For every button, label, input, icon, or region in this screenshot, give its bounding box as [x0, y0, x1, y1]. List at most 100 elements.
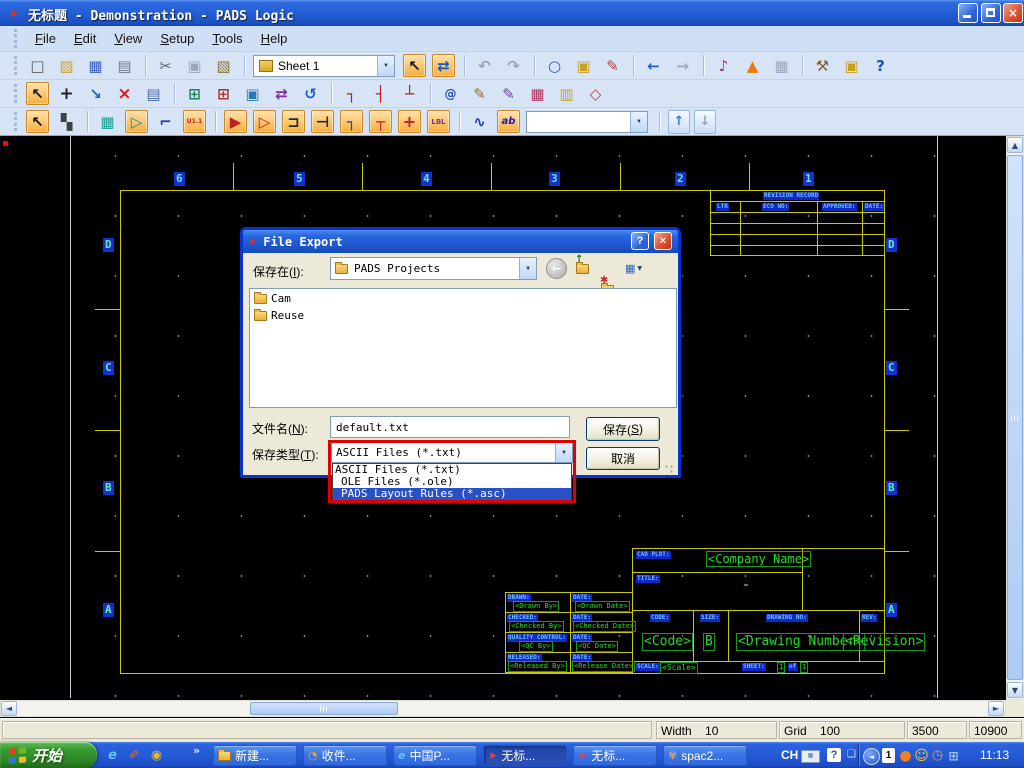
select-gates-button[interactable]: ↖	[26, 110, 49, 133]
tray-smiley-icon[interactable]: ☺	[914, 748, 929, 763]
keyboard-icon[interactable]: ▦	[801, 750, 820, 763]
tray-clock-icon[interactable]: ◷	[930, 748, 945, 763]
help-button[interactable]: ?	[869, 54, 892, 77]
add-text-button[interactable]: ab	[497, 110, 520, 133]
board-view-button[interactable]: ▣	[572, 54, 595, 77]
taskbar-item-new-folder[interactable]: 新建...	[213, 745, 297, 766]
save-file-button[interactable]: ▦	[84, 54, 107, 77]
sheet-selector[interactable]: Sheet 1 ▼	[253, 55, 395, 77]
dialog-close-button[interactable]: ×	[654, 232, 672, 250]
cross-junction-button[interactable]: +	[398, 110, 421, 133]
taskbar-item-pads[interactable]: ➤无标...	[573, 745, 657, 766]
paste-button[interactable]: ▧	[212, 54, 235, 77]
qc-date-field[interactable]: <QC Date>	[576, 641, 618, 652]
qc-by-field[interactable]: <QC By>	[519, 641, 553, 652]
menu-file[interactable]: File	[26, 28, 65, 49]
pin-left-button[interactable]: ⊐	[282, 110, 305, 133]
quick-launch-more-icon[interactable]: »	[193, 744, 200, 757]
delete-button[interactable]: ×	[113, 82, 136, 105]
add-part-button[interactable]: ⊞	[212, 82, 235, 105]
filename-input[interactable]: default.txt	[330, 416, 570, 438]
chevron-down-icon[interactable]: ▼	[519, 258, 536, 279]
swap-pins-button[interactable]: ↺	[299, 82, 322, 105]
scroll-down-button[interactable]: ▼	[1007, 682, 1023, 698]
cut-button[interactable]: ✂	[154, 54, 177, 77]
pin-number-button[interactable]: U1.1	[183, 110, 206, 133]
scroll-left-button[interactable]: ◄	[1, 701, 17, 716]
menu-edit[interactable]: Edit	[65, 28, 105, 49]
released-by-field[interactable]: <Released By>	[508, 661, 567, 672]
hide-icons-button[interactable]: ◄	[863, 748, 880, 765]
save-in-combo[interactable]: PADS Projects ▼	[330, 257, 537, 280]
chevron-down-icon[interactable]: ▼	[377, 56, 394, 76]
quick-launch-icon[interactable]: ◉	[148, 747, 165, 764]
network-icon[interactable]: ⊞	[946, 748, 961, 763]
menu-tools[interactable]: Tools	[203, 28, 251, 49]
off-page-symbol-button[interactable]: ▶	[224, 110, 247, 133]
chevron-down-icon[interactable]: ▼	[630, 112, 647, 132]
tee-junction-button[interactable]: ┬	[369, 110, 392, 133]
start-button[interactable]: 开始	[0, 742, 97, 768]
taskbar-item-inbox[interactable]: ◔收件...	[303, 745, 387, 766]
window-manager-button[interactable]: ▣	[840, 54, 863, 77]
error-marker-button[interactable]: ▲	[741, 54, 764, 77]
pin-right-button[interactable]: ⊣	[311, 110, 334, 133]
dialog-title-bar[interactable]: ➤ File Export	[243, 230, 678, 253]
move-button[interactable]: +	[55, 82, 78, 105]
vertical-scroll-thumb[interactable]	[1007, 155, 1023, 680]
edit-text-button[interactable]: ✎	[468, 82, 491, 105]
restore-toolbar-icon[interactable]: ❏	[847, 749, 856, 760]
menu-view[interactable]: View	[105, 28, 151, 49]
move-down-button[interactable]: ↓	[694, 110, 716, 134]
drawn-by-field[interactable]: <Drawn By>	[513, 601, 559, 612]
taskbar-item-spac2[interactable]: ✾spac2...	[663, 745, 747, 766]
next-sheet-button[interactable]: →	[671, 54, 694, 77]
add-connection-button[interactable]: ┐	[340, 82, 363, 105]
language-indicator[interactable]: CH	[781, 748, 798, 762]
checked-date-field[interactable]: <Checked Date>	[573, 621, 636, 632]
zoom-button[interactable]: ○	[543, 54, 566, 77]
spreadsheet-button[interactable]: ▦	[770, 54, 793, 77]
quick-launch-icon[interactable]: ✐	[126, 747, 143, 764]
horizontal-scrollbar[interactable]	[0, 700, 1006, 717]
code-field[interactable]: <Code>	[642, 633, 693, 651]
swap-gates-button[interactable]: ⇄	[270, 82, 293, 105]
tray-ball-icon[interactable]: ●	[898, 748, 913, 763]
drawn-date-field[interactable]: <Drawn Date>	[575, 601, 630, 612]
previous-sheet-button[interactable]: ←	[642, 54, 665, 77]
add-bus-button[interactable]: ┤	[369, 82, 392, 105]
scale-field[interactable]: <Scale>	[660, 662, 698, 674]
file-list[interactable]: Cam Reuse	[249, 288, 677, 408]
new-file-button[interactable]: □	[26, 54, 49, 77]
back-button[interactable]: ←	[546, 258, 567, 279]
up-one-level-button[interactable]: ↑	[572, 258, 593, 279]
copy-button[interactable]: ▣	[183, 54, 206, 77]
help-tray-icon[interactable]: ?	[827, 748, 841, 762]
size-field[interactable]: B	[703, 633, 715, 651]
add-part-tool-button[interactable]: ▦	[96, 110, 119, 133]
minimize-button[interactable]	[958, 3, 978, 23]
wire-corner-button[interactable]: ┐	[340, 110, 363, 133]
taskbar-item-pads-active[interactable]: ➤无标...	[483, 745, 567, 766]
menu-help[interactable]: Help	[252, 28, 297, 49]
select-parts-button[interactable]: ▚	[55, 110, 78, 133]
save-button[interactable]: 保存(S)	[586, 417, 660, 441]
checked-by-field[interactable]: <Checked By>	[509, 621, 564, 632]
maximize-button[interactable]	[981, 3, 1001, 23]
draw-polyline-button[interactable]: ∿	[468, 110, 491, 133]
pads-layout-button[interactable]: ⚒	[811, 54, 834, 77]
dialog-help-button[interactable]: ?	[631, 232, 649, 250]
field-label-button[interactable]: ◇	[584, 82, 607, 105]
print-button[interactable]: ▤	[113, 54, 136, 77]
revision-field[interactable]: <Revision>	[843, 633, 925, 651]
net-name-button[interactable]: @	[439, 82, 462, 105]
taskbar-item-browser[interactable]: e中国P...	[393, 745, 477, 766]
connection-mode-button[interactable]: ⇄	[432, 54, 455, 77]
gate-symbol-button[interactable]: ▷	[253, 110, 276, 133]
net-name-combo[interactable]: ▼	[526, 111, 648, 133]
text-wizard-button[interactable]: ✎	[497, 82, 520, 105]
selection-filter-button[interactable]: ↖	[403, 54, 426, 77]
close-button[interactable]: ×	[1003, 3, 1023, 23]
select-button[interactable]: ↖	[26, 82, 49, 105]
add-wire-button[interactable]: ⌐	[154, 110, 177, 133]
